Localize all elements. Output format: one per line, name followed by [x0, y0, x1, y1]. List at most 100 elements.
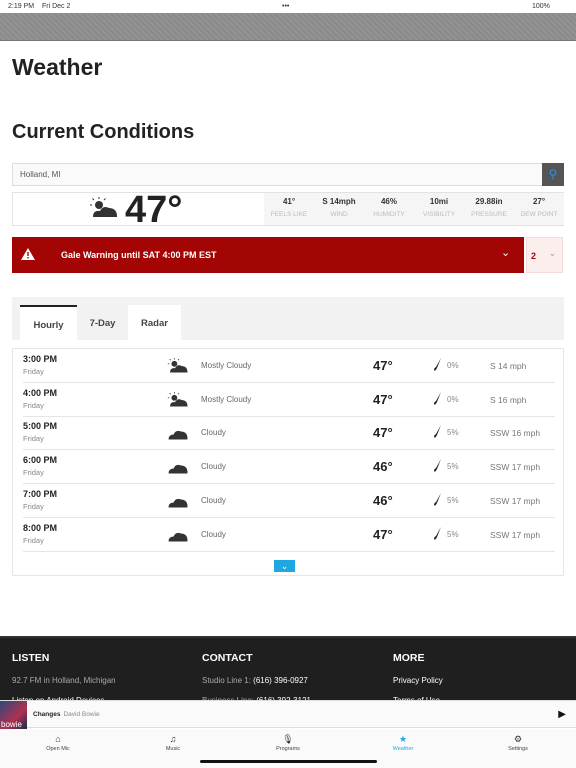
hour-condition: Cloudy — [201, 529, 226, 539]
search-icon: ⚲ — [548, 167, 558, 181]
forecast-row: 7:00 PM Friday Cloudy 46° 5% SSW 17 mph — [23, 484, 555, 518]
footer: LISTEN 92.7 FM in Holland, Michigan List… — [0, 636, 576, 705]
tab-hourly[interactable]: Hourly — [20, 305, 77, 340]
status-bar: 2:19 PM Fri Dec 2 ••• 100% — [0, 0, 576, 13]
hour-condition: Mostly Cloudy — [201, 361, 252, 370]
hour-time: 5:00 PM — [23, 421, 58, 432]
tab-programs[interactable]: 🎙 Programs — [248, 734, 328, 752]
hour-precip: 5% — [447, 428, 459, 438]
expand-button[interactable]: ⌄ — [274, 560, 295, 572]
chevron-down-icon[interactable]: ⌄ — [501, 246, 510, 259]
current-temp: 47° — [125, 189, 183, 231]
hour-temp: 47° — [373, 358, 393, 373]
home-indicator[interactable] — [200, 760, 377, 763]
star-icon: ★ — [398, 734, 408, 744]
tab-settings[interactable]: ⚙ Settings — [478, 734, 558, 752]
hour-wind: S 14 mph — [490, 361, 527, 371]
forecast-row: 3:00 PM Friday Mostly Cloudy 47° 0% S 14… — [23, 349, 555, 383]
hour-temp: 47° — [373, 425, 393, 441]
now-playing-song: Changes David Bowie — [33, 711, 100, 718]
mostly-cloudy-icon — [90, 197, 117, 217]
footer-more-title: MORE — [393, 652, 425, 664]
tab-open-mic[interactable]: ⌂ Open Mic — [18, 734, 98, 752]
gear-icon: ⚙ — [513, 734, 523, 744]
tab-label: Open Mic — [46, 746, 70, 752]
forecast-row: 4:00 PM Friday Mostly Cloudy 47° 0% S 16… — [23, 383, 555, 417]
hour-day: Friday — [23, 367, 44, 376]
hour-wind: SSW 17 mph — [490, 529, 541, 540]
raindrop-icon — [434, 391, 442, 411]
stat-dew-point: 27° DEW POINT — [520, 197, 558, 218]
hour-condition: Cloudy — [201, 428, 226, 438]
hour-precip: 0% — [447, 361, 459, 370]
station-info: 92.7 FM in Holland, Michigan — [12, 676, 116, 685]
hour-condition: Mostly Cloudy — [201, 394, 252, 404]
hour-time: 6:00 PM — [23, 455, 58, 466]
location-search-input[interactable] — [12, 163, 543, 186]
hour-wind: SSW 16 mph — [490, 428, 541, 439]
chevron-down-icon: ⌄ — [549, 249, 556, 258]
battery-level: 100% — [532, 3, 550, 10]
alert-count: 2 — [531, 251, 537, 261]
privacy-link[interactable]: Privacy Policy — [393, 676, 443, 685]
hour-time: 8:00 PM — [23, 522, 58, 533]
footer-listen-title: LISTEN — [12, 652, 50, 664]
forecast-row: 5:00 PM Friday Cloudy 47° 5% SSW 16 mph — [23, 416, 555, 451]
hour-condition: Cloudy — [201, 495, 226, 505]
raindrop-icon — [434, 459, 442, 478]
multitask-dots[interactable]: ••• — [282, 3, 289, 10]
search-button[interactable]: ⚲ — [542, 163, 564, 186]
hour-day: Friday — [23, 400, 44, 410]
tab-radar[interactable]: Radar — [128, 305, 181, 340]
tab-7-day[interactable]: 7-Day — [77, 305, 128, 340]
hour-time: 3:00 PM — [23, 354, 58, 364]
hour-day: Friday — [23, 501, 44, 511]
current-conditions: 47° 41° FEELS LIKE S 14mph WIND 46% HUMIDIT… — [12, 189, 564, 231]
stat-wind: S 14mph WIND — [322, 197, 356, 218]
play-icon[interactable]: ▶ — [558, 709, 566, 720]
microphone-icon: 🎙 — [282, 734, 294, 744]
forecast-row: 6:00 PM Friday Cloudy 46° 5% SSW 17 mph — [23, 450, 555, 485]
music-icon: ♫ — [169, 734, 177, 744]
hour-temp: 46° — [373, 492, 393, 508]
status-date: Fri Dec 2 — [42, 3, 71, 10]
chevron-down-icon: ⌄ — [280, 561, 289, 571]
mostly-cloudy-icon — [167, 391, 189, 413]
hour-day: Friday — [23, 535, 44, 545]
hour-precip: 0% — [447, 394, 459, 404]
cloudy-icon — [167, 459, 189, 480]
tab-weather[interactable]: ★ Weather — [363, 734, 443, 752]
hour-temp: 46° — [373, 459, 393, 475]
now-playing-bar[interactable]: bowie Changes David Bowie ▶ — [0, 700, 576, 729]
alert-count-dropdown[interactable]: 2 ⌄ — [526, 237, 563, 273]
raindrop-icon — [434, 358, 442, 377]
stat-humidity: 46% HUMIDITY — [373, 197, 405, 218]
section-title: Current Conditions — [12, 121, 195, 143]
hour-temp: 47° — [373, 391, 393, 407]
hour-time: 7:00 PM — [23, 488, 58, 499]
hour-condition: Cloudy — [201, 462, 226, 472]
hour-day: Friday — [23, 434, 44, 444]
tab-music[interactable]: ♫ Music — [133, 734, 213, 752]
hour-wind: S 16 mph — [490, 394, 527, 405]
stat-visibility: 10mi VISIBILITY — [422, 197, 456, 218]
home-icon: ⌂ — [55, 734, 61, 744]
hour-precip: 5% — [447, 529, 459, 539]
tab-label: Music — [165, 746, 181, 752]
weather-alert[interactable]: Gale Warning until SAT 4:00 PM EST ⌄ — [12, 237, 524, 273]
cloudy-icon — [167, 493, 189, 514]
raindrop-icon — [434, 526, 442, 546]
cloudy-icon — [167, 527, 189, 548]
tab-label: Weather — [392, 746, 414, 752]
tab-label: Programs — [276, 746, 300, 752]
raindrop-icon — [434, 492, 442, 512]
hour-day: Friday — [23, 468, 44, 478]
hour-wind: SSW 17 mph — [490, 495, 541, 506]
hour-precip: 5% — [447, 495, 459, 505]
hour-time: 4:00 PM — [23, 387, 58, 398]
studio-line[interactable]: Studio Line 1: (616) 396-0927 — [202, 676, 311, 685]
alert-text: Gale Warning until SAT 4:00 PM EST — [61, 250, 217, 260]
tab-label: Settings — [508, 746, 528, 752]
hourly-forecast-table: 3:00 PM Friday Mostly Cloudy 47° 0% S 14… — [12, 348, 564, 576]
hour-temp: 47° — [373, 526, 393, 542]
